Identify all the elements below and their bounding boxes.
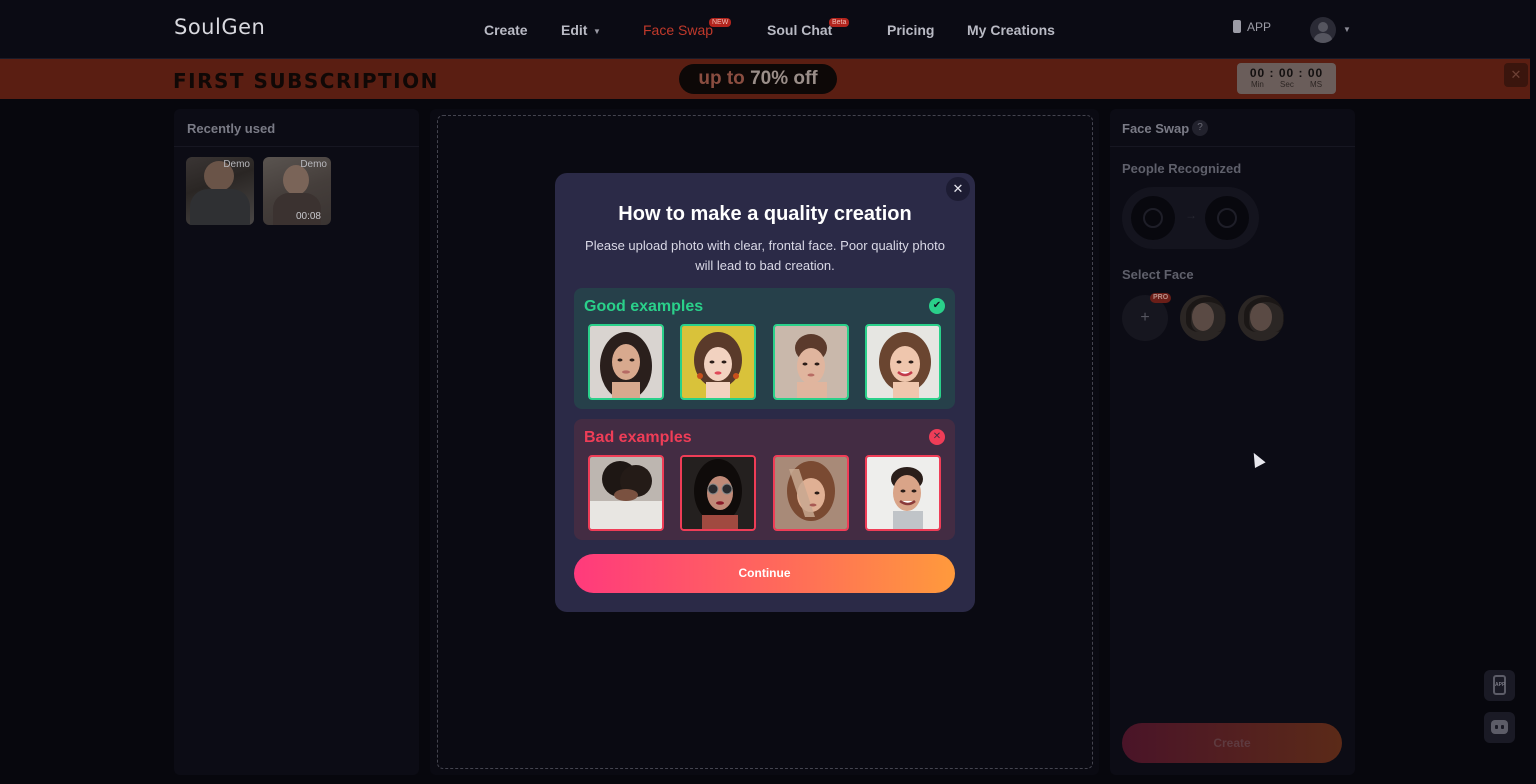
error-icon: ✕ (929, 429, 945, 445)
demo-tag: Demo (223, 159, 250, 170)
good-example-image (773, 324, 849, 400)
bad-examples-title: Bad examples (584, 429, 692, 446)
continue-button[interactable]: Continue (574, 554, 955, 593)
bad-example-image (865, 455, 941, 531)
demo-tag: Demo (300, 159, 327, 170)
video-duration: 00:08 (295, 211, 321, 222)
bad-examples-section: Bad examples ✕ (574, 419, 955, 540)
bad-example-image (680, 455, 756, 531)
good-example-image (680, 324, 756, 400)
bad-example-image (773, 455, 849, 531)
good-example-image (588, 324, 664, 400)
modal-description: Please upload photo with clear, frontal … (585, 238, 945, 273)
bad-example-image (588, 455, 664, 531)
good-examples-title: Good examples (584, 298, 704, 315)
modal-title: How to make a quality creation (618, 203, 912, 225)
quality-tips-modal: How to make a quality creation Please up… (555, 173, 975, 612)
good-example-image (865, 324, 941, 400)
close-icon[interactable]: ✕ (946, 177, 970, 201)
good-examples-section: Good examples ✔ (574, 288, 955, 409)
check-icon: ✔ (929, 298, 945, 314)
